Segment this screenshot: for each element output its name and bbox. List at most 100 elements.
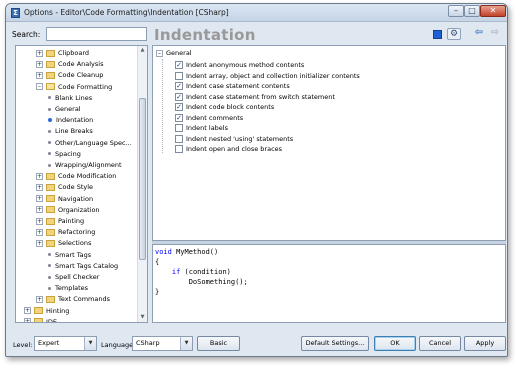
option-item[interactable]: ✓ Indent comments <box>175 113 243 123</box>
tree-item[interactable]: + Code Style <box>36 182 93 193</box>
search-input[interactable] <box>46 27 147 41</box>
option-item[interactable]: Indent nested 'using' statements <box>175 134 293 144</box>
tree-item[interactable]: + Hinting <box>24 306 69 317</box>
tree-item[interactable]: + Selections <box>36 238 91 249</box>
collapse-icon[interactable]: – <box>36 83 43 91</box>
option-item[interactable]: Indent labels <box>175 123 228 133</box>
checkbox-unchecked[interactable] <box>175 145 183 153</box>
arrow-left-icon[interactable]: ⇦ <box>472 28 486 40</box>
collapse-icon[interactable]: – <box>156 49 163 57</box>
scroll-up-icon[interactable]: ▲ <box>138 46 147 55</box>
expand-icon[interactable]: + <box>24 318 31 322</box>
folder-icon <box>34 318 43 322</box>
tree-item[interactable]: Indentation <box>46 115 93 126</box>
option-item[interactable]: ✓ Indent case statement from switch state… <box>175 92 335 102</box>
arrow-right-icon[interactable]: ⇨ <box>488 28 502 40</box>
group-general[interactable]: – General <box>156 49 192 57</box>
selected-bullet-icon <box>48 118 52 123</box>
expand-icon[interactable]: + <box>36 228 43 236</box>
expand-icon[interactable]: + <box>24 307 31 315</box>
app-icon: Σ <box>11 8 20 18</box>
tree-item[interactable]: Blank Lines <box>46 93 92 104</box>
level-label: Level: <box>13 341 33 349</box>
tree-item-label: Clipboard <box>58 49 90 57</box>
search-row: Search: Indentation ⚙ ⇦ ⇨ <box>6 23 507 45</box>
checkbox-checked[interactable]: ✓ <box>175 103 183 111</box>
option-item[interactable]: Indent array, object and collection init… <box>175 71 360 81</box>
expand-icon[interactable]: + <box>36 60 43 68</box>
tree-item-label: General <box>55 105 81 113</box>
language-select[interactable]: CSharp ▼ <box>132 336 193 351</box>
tree-item[interactable]: Spell Checker <box>46 272 99 283</box>
tree-item-label: IDE <box>46 317 58 323</box>
option-item[interactable]: ✓ Indent anonymous method contents <box>175 60 304 70</box>
tree-item[interactable]: + Text Commands <box>36 294 110 305</box>
chevron-down-icon[interactable]: ▼ <box>180 337 192 350</box>
tree-item[interactable]: + Navigation <box>36 194 93 205</box>
checkbox-unchecked[interactable] <box>175 134 183 143</box>
gear-icon[interactable]: ⚙ <box>447 28 461 40</box>
folder-icon <box>46 195 55 203</box>
folder-icon <box>46 228 55 236</box>
tree-item[interactable]: Smart Tags Catalog <box>46 261 118 272</box>
tree-item[interactable]: Smart Tags <box>46 250 91 261</box>
expand-icon[interactable]: + <box>36 195 43 203</box>
code-line: { <box>155 258 160 266</box>
tree-item[interactable]: General <box>46 104 81 115</box>
tree-item[interactable]: + Painting <box>36 216 84 227</box>
tree-item[interactable]: + Clipboard <box>36 48 89 59</box>
apply-button[interactable]: Apply <box>464 336 506 351</box>
folder-icon <box>46 239 55 247</box>
expand-icon[interactable]: + <box>36 49 43 57</box>
basic-button[interactable]: Basic <box>197 336 240 351</box>
chevron-down-icon[interactable]: ▼ <box>84 337 96 350</box>
tree-item[interactable]: + Organization <box>36 205 100 216</box>
minimize-button[interactable]: – <box>448 5 464 17</box>
tree-item[interactable]: Line Breaks <box>46 126 93 137</box>
scroll-thumb[interactable] <box>139 98 146 260</box>
expand-icon[interactable]: + <box>36 71 43 79</box>
scroll-down-icon[interactable]: ▼ <box>138 313 147 322</box>
expand-icon[interactable]: + <box>36 206 43 214</box>
tree-item-label: Code Cleanup <box>58 71 104 80</box>
checkbox-checked[interactable]: ✓ <box>175 113 183 122</box>
option-item[interactable]: Indent open and close braces <box>175 144 282 154</box>
code-preview: void MyMethod() { if (condition) DoSomet… <box>152 244 506 323</box>
default-settings-button[interactable]: Default Settings... <box>301 336 369 351</box>
expand-icon[interactable]: + <box>36 172 43 180</box>
checkbox-checked[interactable]: ✓ <box>175 92 183 101</box>
option-item[interactable]: ✓ Indent case statement contents <box>175 81 290 91</box>
maximize-button[interactable]: □ <box>464 5 480 17</box>
cancel-button[interactable]: Cancel <box>419 336 461 351</box>
tree-item[interactable]: Other/Language Spec... <box>46 138 132 149</box>
tree-item[interactable]: + Refactoring <box>36 227 95 238</box>
expand-icon[interactable]: + <box>36 217 43 225</box>
bullet-icon <box>48 163 51 167</box>
tree-item[interactable]: + Code Cleanup <box>36 70 103 81</box>
expand-icon[interactable]: + <box>36 239 43 247</box>
blue-square-icon[interactable] <box>433 30 442 39</box>
expand-icon[interactable]: + <box>36 295 43 303</box>
tree-item[interactable]: + Code Modification <box>36 171 116 182</box>
bullet-icon <box>48 96 51 100</box>
checkbox-unchecked[interactable] <box>175 71 183 80</box>
close-button[interactable]: ✕ <box>480 5 506 17</box>
folder-icon <box>46 60 55 68</box>
expand-icon[interactable]: + <box>36 183 43 191</box>
tree-item[interactable]: Templates <box>46 283 88 294</box>
search-label: Search: <box>12 30 41 39</box>
tree-item[interactable]: + Code Analysis <box>36 59 104 70</box>
checkbox-unchecked[interactable] <box>175 124 183 132</box>
level-select[interactable]: Expert ▼ <box>34 336 97 351</box>
checkbox-checked[interactable]: ✓ <box>175 61 183 69</box>
tree-scrollbar[interactable]: ▲ ▼ <box>137 46 147 322</box>
option-label: Indent open and close braces <box>186 145 283 153</box>
tree-item[interactable]: Spacing <box>46 149 81 160</box>
tree-item[interactable]: + IDE <box>24 317 58 323</box>
checkbox-checked[interactable]: ✓ <box>175 82 183 90</box>
tree-item[interactable]: Wrapping/Alignment <box>46 160 122 171</box>
option-item[interactable]: ✓ Indent code block contents <box>175 102 274 112</box>
tree-item[interactable]: – Code Formatting <box>36 82 112 93</box>
tree-item-label: Wrapping/Alignment <box>55 161 122 169</box>
ok-button[interactable]: OK <box>374 336 416 351</box>
